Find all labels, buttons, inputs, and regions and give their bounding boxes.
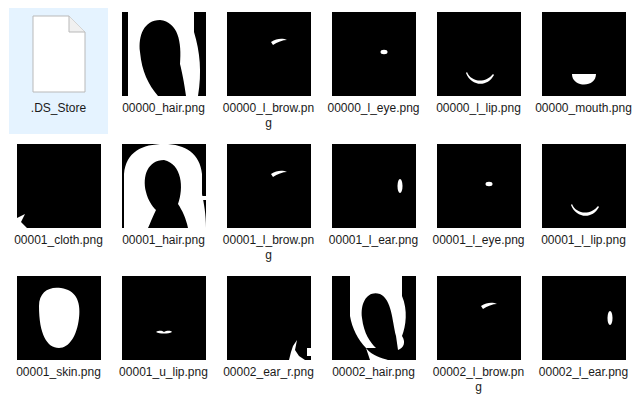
- file-name: 00001_cloth.png: [10, 233, 107, 248]
- mask-thumbnail-icon: [122, 12, 206, 96]
- file-name: 00001_hair.png: [115, 233, 212, 248]
- mask-thumbnail-icon: [332, 12, 416, 96]
- mask-thumbnail-icon: [227, 144, 311, 228]
- file-grid: .DS_Store 00000_hair.png 00000_l_brow.png 0…: [0, 0, 634, 398]
- mask-thumbnail-icon: [17, 276, 101, 360]
- mask-thumbnail-icon: [542, 276, 626, 360]
- file-item[interactable]: 00001_l_eye.png: [429, 140, 528, 266]
- file-name: 00001_l_ear.png: [325, 233, 422, 248]
- file-item[interactable]: 00002_ear_r.png: [219, 272, 318, 398]
- file-name: 00001_l_brow.png: [220, 233, 317, 263]
- file-name: 00002_l_ear.png: [535, 365, 632, 380]
- file-item[interactable]: .DS_Store: [9, 8, 108, 134]
- file-item[interactable]: 00001_l_ear.png: [324, 140, 423, 266]
- mask-thumbnail-icon: [542, 12, 626, 96]
- file-item[interactable]: 00002_l_ear.png: [534, 272, 633, 398]
- file-name: 00000_l_lip.png: [430, 101, 527, 116]
- file-item[interactable]: 00001_u_lip.png: [114, 272, 213, 398]
- file-item[interactable]: 00001_l_lip.png: [534, 140, 633, 266]
- file-item[interactable]: 00001_l_brow.png: [219, 140, 318, 266]
- file-name: 00000_hair.png: [115, 101, 212, 116]
- mask-thumbnail-icon: [122, 144, 206, 228]
- file-item[interactable]: 00002_l_brow.png: [429, 272, 528, 398]
- mask-thumbnail-icon: [122, 276, 206, 360]
- mask-thumbnail-icon: [332, 144, 416, 228]
- file-item[interactable]: 00000_hair.png: [114, 8, 213, 134]
- mask-thumbnail-icon: [542, 144, 626, 228]
- file-name: .DS_Store: [10, 101, 107, 116]
- file-item[interactable]: 00000_l_lip.png: [429, 8, 528, 134]
- file-name: 00000_l_brow.png: [220, 101, 317, 131]
- file-name: 00001_l_lip.png: [535, 233, 632, 248]
- file-name: 00001_l_eye.png: [430, 233, 527, 248]
- file-item[interactable]: 00001_cloth.png: [9, 140, 108, 266]
- file-name: 00002_hair.png: [325, 365, 422, 380]
- file-name: 00002_l_brow.png: [430, 365, 527, 395]
- file-item[interactable]: 00001_hair.png: [114, 140, 213, 266]
- mask-thumbnail-icon: [437, 12, 521, 96]
- file-item[interactable]: 00002_hair.png: [324, 272, 423, 398]
- file-name: 00002_ear_r.png: [220, 365, 317, 380]
- file-item[interactable]: 00000_l_eye.png: [324, 8, 423, 134]
- file-item[interactable]: 00000_l_brow.png: [219, 8, 318, 134]
- mask-thumbnail-icon: [17, 144, 101, 228]
- mask-thumbnail-icon: [437, 144, 521, 228]
- mask-thumbnail-icon: [227, 12, 311, 96]
- mask-thumbnail-icon: [332, 276, 416, 360]
- mask-thumbnail-icon: [227, 276, 311, 360]
- file-item[interactable]: 00001_skin.png: [9, 272, 108, 398]
- file-name: 00000_l_eye.png: [325, 101, 422, 116]
- file-name: 00001_skin.png: [10, 365, 107, 380]
- mask-thumbnail-icon: [437, 276, 521, 360]
- file-name: 00000_mouth.png: [535, 101, 632, 116]
- file-item[interactable]: 00000_mouth.png: [534, 8, 633, 134]
- file-name: 00001_u_lip.png: [115, 365, 212, 380]
- document-icon: [17, 12, 101, 96]
